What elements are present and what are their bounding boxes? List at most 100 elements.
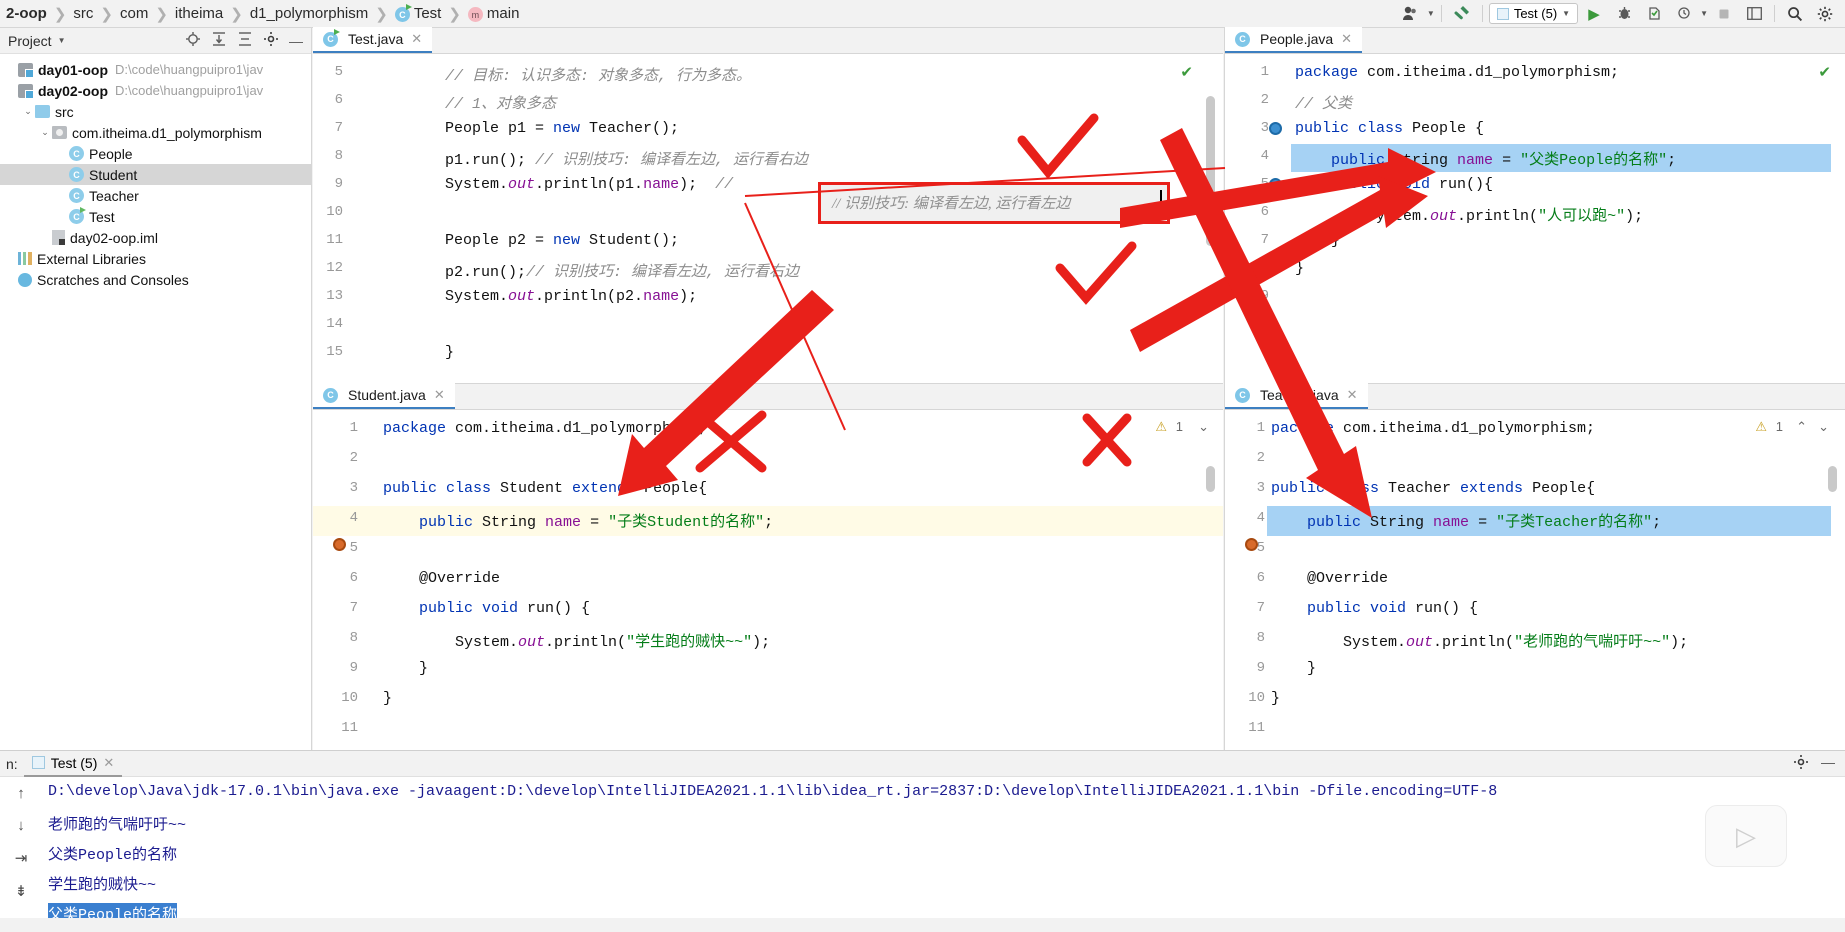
code-line[interactable]: public String name = "子类Teacher的名称"; [1271, 510, 1661, 531]
sidebar-item-test[interactable]: C Test [0, 206, 311, 227]
code-line[interactable]: public void run(){ [1295, 176, 1493, 193]
console-tab[interactable]: Test (5) ✕ [23, 751, 123, 777]
code-line[interactable]: // 父类 [1295, 92, 1352, 113]
close-icon[interactable]: ✕ [103, 755, 114, 771]
breadcrumb-item-src[interactable]: src [69, 5, 97, 22]
code-line[interactable]: People p1 = new Teacher(); [445, 120, 679, 137]
chevron-down-icon[interactable]: ⌄ [1818, 419, 1829, 435]
sidebar-item-student[interactable]: C Student [0, 164, 311, 185]
minimize-icon[interactable]: — [1821, 754, 1835, 773]
tab-student-java[interactable]: C Student.java ✕ [313, 383, 455, 409]
layout-icon[interactable] [1740, 2, 1768, 26]
tab-test-java[interactable]: C Test.java ✕ [313, 27, 433, 53]
code-line[interactable]: public String name = "父类People的名称"; [1295, 148, 1676, 169]
sidebar-item-day02-oop[interactable]: day02-oop D:\code\huangpuipro1\jav [0, 80, 311, 101]
chevron-down-icon[interactable]: ▼ [1562, 9, 1570, 18]
code-line[interactable]: public void run() { [1271, 600, 1478, 617]
code-line[interactable]: System.out.println("学生跑的贼快~~"); [383, 630, 770, 651]
breadcrumb-item-com[interactable]: com [116, 5, 152, 22]
gutter-bean-icon[interactable] [1269, 122, 1282, 135]
code-line[interactable]: @Override [1271, 570, 1388, 587]
tab-teacher-java[interactable]: C Teacher.java ✕ [1225, 383, 1368, 409]
scrollbar-teacher[interactable] [1828, 466, 1837, 492]
code-line[interactable]: People p2 = new Student(); [445, 232, 679, 249]
minimize-icon[interactable]: — [289, 33, 303, 49]
code-line[interactable]: p1.run(); // 识别技巧: 编译看左边, 运行看右边 [445, 148, 808, 169]
code-line[interactable]: public void run() { [383, 600, 590, 617]
code-line[interactable]: System.out.println("人可以跑~"); [1295, 204, 1643, 225]
close-icon[interactable]: ✕ [411, 31, 422, 47]
collapse-all-icon[interactable] [237, 31, 253, 50]
console-line[interactable]: 学生跑的贼快~~ [48, 873, 156, 894]
print-icon[interactable]: ⇟ [15, 882, 28, 900]
code-line[interactable]: } [1295, 260, 1304, 277]
code-line[interactable]: package com.itheima.d1_polymorphism; [1295, 64, 1619, 81]
code-line[interactable]: System.out.println("老师跑的气喘吁吁~~"); [1271, 630, 1688, 651]
code-line[interactable]: public class People { [1295, 120, 1484, 137]
scrollbar-test[interactable] [1206, 96, 1215, 246]
sidebar-item-day02-oop-iml[interactable]: day02-oop.iml [0, 227, 311, 248]
code-line[interactable]: p2.run();// 识别技巧: 编译看左边, 运行看右边 [445, 260, 799, 281]
sidebar-item-teacher[interactable]: C Teacher [0, 185, 311, 206]
code-line[interactable]: System.out.println(p1.name); // [445, 176, 733, 193]
profiler-icon[interactable] [1670, 2, 1698, 26]
settings-icon[interactable] [1811, 2, 1839, 26]
coverage-icon[interactable] [1640, 2, 1668, 26]
breadcrumb-item-d1-polymorphism[interactable]: d1_polymorphism [246, 5, 372, 22]
scrollbar-student[interactable] [1206, 466, 1215, 492]
sidebar-item-src[interactable]: ⌄ src [0, 101, 311, 122]
sidebar-item-people[interactable]: C People [0, 143, 311, 164]
code-line[interactable]: } [383, 660, 428, 677]
chevron-up-icon[interactable]: ⌃ [1796, 419, 1807, 435]
run-icon[interactable]: ▶ [1580, 2, 1608, 26]
search-icon[interactable] [1781, 2, 1809, 26]
code-line[interactable]: package com.itheima.d1_polymorphism; [383, 420, 707, 437]
console-line[interactable]: 老师跑的气喘吁吁~~ [48, 813, 186, 834]
sidebar-item-com-itheima-d1-polymorphism[interactable]: ⌄ com.itheima.d1_polymorphism [0, 122, 311, 143]
tab-people-java[interactable]: C People.java ✕ [1225, 27, 1363, 53]
code-line[interactable]: System.out.println(p2.name); [445, 288, 697, 305]
code-area-student[interactable]: ⚠ 1 ⌄ 1 package com.itheima.d1_polymorphi… [313, 410, 1223, 751]
sidebar-dropdown-icon[interactable]: ▼ [58, 36, 66, 45]
sidebar-item-external-libraries[interactable]: External Libraries [0, 248, 311, 269]
gutter-bean-icon[interactable] [333, 538, 346, 551]
code-line[interactable]: } [1295, 232, 1340, 249]
chevron-down-icon[interactable]: ⌄ [1198, 419, 1209, 435]
code-line[interactable]: } [445, 344, 454, 361]
breadcrumb-item-main[interactable]: m main [464, 5, 524, 23]
code-line[interactable]: } [1271, 660, 1316, 677]
gutter-bean-icon[interactable] [1269, 178, 1282, 191]
scroll-down-icon[interactable]: ↓ [17, 817, 25, 834]
close-icon[interactable]: ✕ [1347, 387, 1358, 403]
run-configuration-selector[interactable]: Test (5) ▼ [1488, 3, 1579, 24]
close-icon[interactable]: ✕ [434, 387, 445, 403]
sidebar-item-day01-oop[interactable]: day01-oop D:\code\huangpuipro1\jav [0, 59, 311, 80]
code-area-people[interactable]: ✔ 1 package com.itheima.d1_polymorphism; 2… [1225, 54, 1845, 383]
code-line[interactable]: public class Teacher extends People{ [1271, 480, 1595, 497]
code-line[interactable]: } [383, 690, 392, 707]
code-line[interactable]: @Override [383, 570, 500, 587]
soft-wrap-icon[interactable]: ⇥ [15, 849, 28, 867]
gutter-bean-icon[interactable] [1245, 538, 1258, 551]
expand-all-icon[interactable] [211, 31, 227, 50]
breadcrumb-item-2-oop[interactable]: 2-oop [2, 5, 51, 22]
sidebar-item-scratches-and-consoles[interactable]: Scratches and Consoles [0, 269, 311, 290]
gear-icon[interactable] [1793, 754, 1809, 773]
code-line[interactable]: package com.itheima.d1_polymorphism; [1271, 420, 1595, 437]
code-line[interactable]: // 1、对象多态 [445, 92, 556, 113]
close-icon[interactable]: ✕ [1341, 31, 1352, 47]
scroll-up-icon[interactable]: ↑ [17, 785, 25, 802]
chevron-down-icon[interactable]: ⌄ [21, 106, 35, 117]
user-caret-icon[interactable]: ▼ [1427, 9, 1435, 18]
profiler-caret-icon[interactable]: ▼ [1700, 9, 1708, 18]
breadcrumb-item-test[interactable]: C Test [391, 4, 446, 23]
code-line[interactable]: public class Student extends People{ [383, 480, 707, 497]
code-area-teacher[interactable]: ⚠ 1 ⌃ ⌄ 1 package com.itheima.d1_polymorp… [1225, 410, 1845, 751]
code-line[interactable]: } [1271, 690, 1280, 707]
code-line[interactable]: // 目标: 认识多态: 对象多态, 行为多态。 [445, 64, 751, 85]
locate-icon[interactable] [185, 31, 201, 50]
breadcrumb-item-itheima[interactable]: itheima [171, 5, 227, 22]
code-line[interactable]: public String name = "子类Student的名称"; [383, 510, 773, 531]
debug-icon[interactable] [1610, 2, 1638, 26]
console-line[interactable]: 父类People的名称 [48, 843, 177, 864]
